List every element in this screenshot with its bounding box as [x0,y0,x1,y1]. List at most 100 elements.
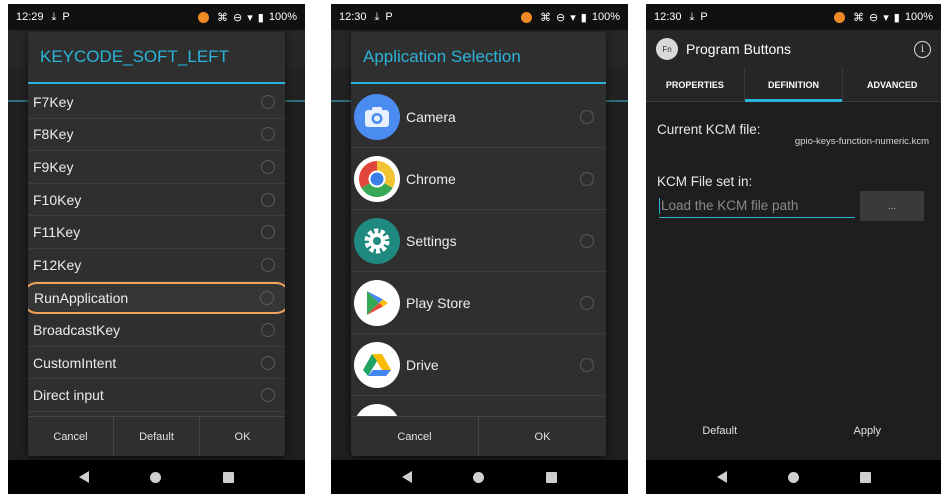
home-icon[interactable] [787,471,799,483]
radio-button[interactable] [261,192,275,207]
battery-percent: 100% [904,11,933,23]
key-option-label: F10Key [33,191,82,208]
key-option-row[interactable]: RunApplication [28,281,285,315]
radio-button[interactable] [261,127,275,142]
p-icon: P [700,11,708,23]
download-icon: ⤓ [689,10,695,23]
key-option-row[interactable]: F12Key [28,249,285,282]
status-time: 12:30 [654,11,682,23]
home-icon[interactable] [150,471,162,483]
radio-button[interactable] [261,257,275,272]
battery-icon: ▮ [580,11,587,24]
nfc-icon: ⌘ [853,11,865,24]
key-option-row[interactable]: CustomIntent [28,347,285,380]
key-option-label: F11Key [33,224,81,241]
dialog-buttons: Cancel Default OK [28,416,285,456]
key-option-row[interactable]: F10Key [28,184,285,217]
kcm-path-placeholder: Load the KCM file path [661,198,799,213]
radio-button[interactable] [261,322,275,337]
ok-button[interactable]: OK [479,417,606,456]
page-title: Program Buttons [686,41,792,57]
tab-properties[interactable]: PROPERTIES [646,68,745,101]
dialog-buttons: Cancel OK [351,416,606,456]
default-button[interactable]: Default [646,418,794,444]
dialog-title: Application Selection [351,32,606,84]
key-option-label: CustomIntent [33,354,117,371]
camera-icon [354,93,400,140]
key-option-row[interactable]: F9Key [28,151,285,184]
recents-icon[interactable] [859,471,871,483]
app-selection-dialog: Application Selection Camera Chrome Sett… [351,32,606,456]
chrome-icon [354,155,400,202]
wifi-icon: ▾ [883,11,889,24]
radio-button[interactable] [261,388,275,403]
radio-button[interactable] [580,109,594,124]
battery-percent: 100% [268,11,297,23]
key-option-row[interactable]: F7Key [28,86,285,119]
kcm-path-input[interactable]: Load the KCM file path [659,194,855,218]
app-row-partial[interactable] [351,396,606,416]
apply-button[interactable]: Apply [794,418,941,444]
app-toolbar: Fn Program Buttons i [646,30,941,68]
radio-button[interactable] [261,355,275,370]
cancel-button[interactable]: Cancel [351,417,479,456]
dnd-icon: ⊖ [556,11,566,24]
radio-button[interactable] [260,290,274,305]
tab-advanced[interactable]: ADVANCED [843,68,941,101]
recents-icon[interactable] [223,471,235,483]
text-cursor [659,197,660,214]
status-time: 12:29 [16,11,44,23]
phone-screen-program-buttons: 12:30 ⤓ P ⌘ ⊖ ▾ ▮ 100% Fn Program Button… [646,4,941,494]
recording-dot [521,11,533,23]
current-kcm-value: gpio-keys-function-numeric.kcm [794,136,929,147]
info-icon[interactable]: i [914,40,931,58]
navigation-bar [8,460,305,494]
radio-button[interactable] [580,171,594,186]
key-option-row[interactable]: BroadcastKey [28,314,285,347]
home-icon[interactable] [473,471,485,483]
key-option-row[interactable]: F11Key [28,216,285,249]
key-option-label: Direct input [33,387,104,404]
drive-icon [354,341,400,388]
key-option-label: F12Key [33,256,82,273]
play-store-icon [354,279,400,326]
key-option-row[interactable]: Direct input [28,379,285,412]
tab-definition[interactable]: DEFINITION [744,68,844,102]
app-row-play-store[interactable]: Play Store [351,272,606,334]
key-option-label: F8Key [33,126,74,143]
app-row-settings[interactable]: Settings [351,210,606,272]
fn-app-icon: Fn [656,38,678,60]
wifi-icon: ▾ [247,11,253,24]
default-button[interactable]: Default [114,417,200,456]
back-icon[interactable] [716,471,727,483]
radio-button[interactable] [580,295,594,310]
definition-panel: Current KCM file: gpio-keys-function-num… [646,102,941,460]
back-icon[interactable] [401,471,412,483]
browse-button[interactable]: ... [860,191,924,221]
radio-button[interactable] [580,233,594,248]
radio-button[interactable] [261,94,275,109]
back-icon[interactable] [78,471,89,483]
radio-button[interactable] [580,357,594,372]
key-option-label: BroadcastKey [33,321,121,338]
key-option-row[interactable]: F8Key [28,119,285,152]
navigation-bar [331,460,628,494]
app-name: Drive [406,356,439,373]
recents-icon[interactable] [546,471,558,483]
radio-button[interactable] [261,159,275,174]
key-option-label: F7Key [33,93,74,110]
current-kcm-label: Current KCM file: [657,122,761,137]
app-row-camera[interactable]: Camera [351,86,606,148]
action-buttons: Default Apply [646,418,941,444]
app-name: Settings [406,232,457,249]
app-row-chrome[interactable]: Chrome [351,148,606,210]
app-row-drive[interactable]: Drive [351,334,606,396]
recording-dot [834,11,846,23]
battery-icon: ▮ [893,11,900,24]
status-bar: 12:30 ⤓ P ⌘ ⊖ ▾ ▮ 100% [646,4,941,30]
cancel-button[interactable]: Cancel [28,417,114,456]
radio-button[interactable] [261,225,275,240]
status-bar: 12:30 ⤓ P ⌘ ⊖ ▾ ▮ 100% [331,4,628,30]
download-icon: ⤓ [374,10,380,23]
ok-button[interactable]: OK [200,417,285,456]
